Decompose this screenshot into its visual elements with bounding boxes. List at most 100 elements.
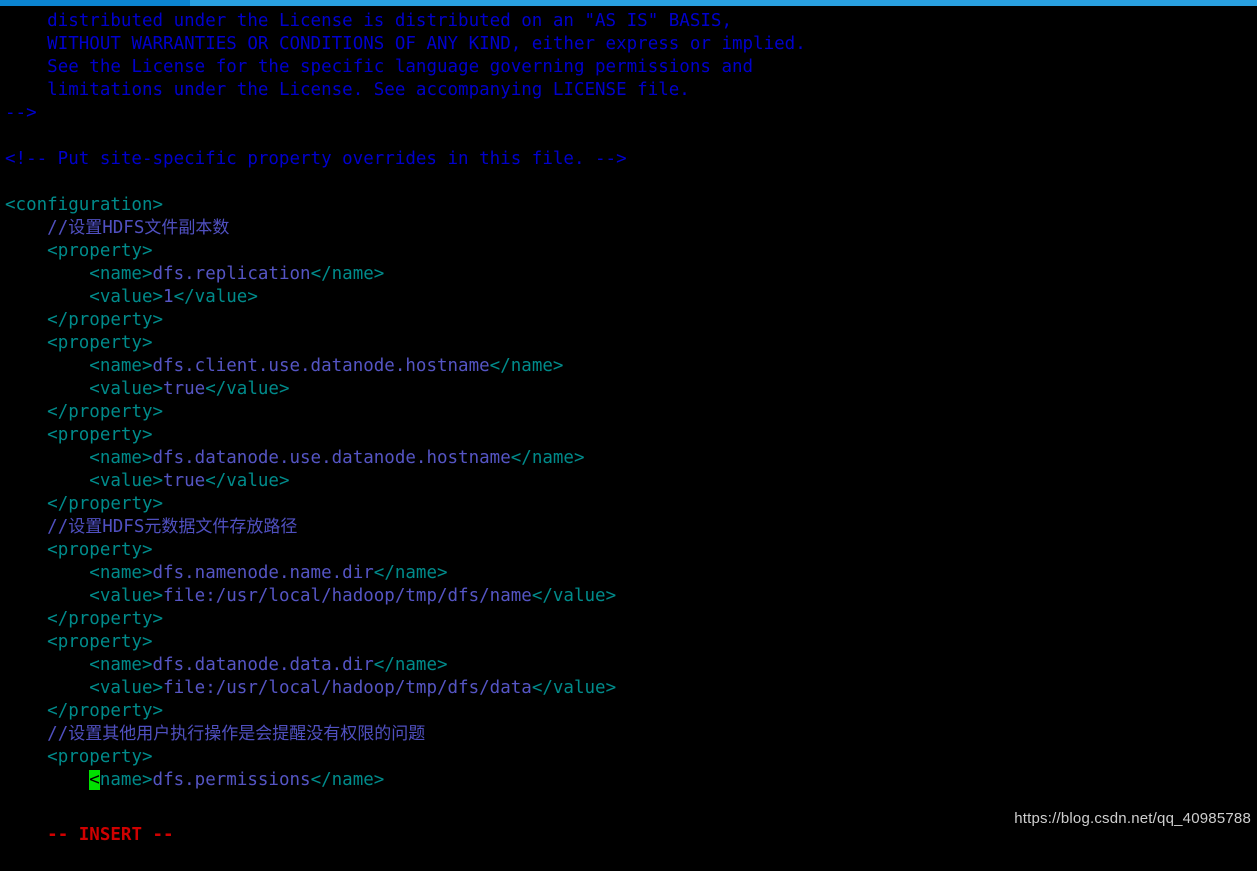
code-line[interactable]: <value>file:/usr/local/hadoop/tmp/dfs/na… (0, 585, 1257, 608)
code-line[interactable]: <property> (0, 631, 1257, 654)
vim-mode-label: -- INSERT -- (47, 825, 174, 845)
inline-note: // (47, 218, 69, 238)
xml-close-tag: </name> (373, 655, 448, 675)
xml-tag: </property> (47, 494, 164, 514)
xml-open-tag: <name> (5, 563, 153, 583)
xml-element-value: 1 (163, 287, 174, 307)
terminal-window[interactable]: distributed under the License is distrib… (0, 6, 1257, 845)
xml-close-tag: </value> (531, 678, 617, 698)
code-line[interactable]: distributed under the License is distrib… (0, 10, 1257, 33)
inline-note: // (47, 517, 69, 537)
xml-comment-mark: <!-- Put site-specific property override… (5, 149, 627, 169)
text-cursor[interactable]: < (89, 770, 100, 790)
code-line[interactable]: --> (0, 102, 1257, 125)
xml-close-tag: </name> (489, 356, 564, 376)
xml-element-value: file:/usr/local/hadoop/tmp/dfs/name (163, 586, 532, 606)
code-line[interactable]: See the License for the specific languag… (0, 56, 1257, 79)
code-line[interactable]: //设置其他用户执行操作是会提醒没有权限的问题 (0, 723, 1257, 746)
code-line[interactable]: <name>dfs.client.use.datanode.hostname</… (0, 355, 1257, 378)
watermark-text: https://blog.csdn.net/qq_40985788 (1014, 810, 1251, 827)
vim-text-buffer[interactable]: distributed under the License is distrib… (0, 6, 1257, 792)
xml-open-tag: <name> (5, 264, 153, 284)
xml-open-tag: <name> (5, 448, 153, 468)
xml-close-tag: </value> (173, 287, 258, 307)
xml-close-tag: </value> (205, 471, 290, 491)
code-line[interactable]: <property> (0, 424, 1257, 447)
inline-note: // (47, 724, 69, 744)
xml-element-value: dfs.client.use.datanode.hostname (152, 356, 490, 376)
xml-element-value: dfs.permissions (152, 770, 311, 790)
xml-tag: </property> (47, 701, 164, 721)
inline-note: 设置 (68, 517, 103, 537)
xml-tag: <property> (47, 241, 153, 261)
xml-close-tag: </name> (310, 770, 385, 790)
comment-text: WITHOUT WARRANTIES OR CONDITIONS OF ANY … (47, 34, 806, 54)
code-line[interactable]: </property> (0, 309, 1257, 332)
code-line[interactable]: //设置HDFS文件副本数 (0, 217, 1257, 240)
code-line[interactable]: <name>dfs.replication</name> (0, 263, 1257, 286)
xml-element-value: dfs.datanode.use.datanode.hostname (152, 448, 511, 468)
code-line[interactable]: <name>dfs.datanode.use.datanode.hostname… (0, 447, 1257, 470)
xml-element-value: file:/usr/local/hadoop/tmp/dfs/data (163, 678, 532, 698)
code-line[interactable]: </property> (0, 608, 1257, 631)
code-line[interactable]: <name>dfs.permissions</name> (0, 769, 1257, 792)
code-line[interactable] (0, 125, 1257, 148)
code-line[interactable]: </property> (0, 401, 1257, 424)
xml-close-tag: </value> (531, 586, 617, 606)
xml-tag: </property> (47, 402, 164, 422)
code-line[interactable]: <value>1</value> (0, 286, 1257, 309)
code-line[interactable]: <property> (0, 539, 1257, 562)
xml-element-value: true (163, 471, 206, 491)
xml-tag: <property> (47, 540, 153, 560)
xml-open-tag: <value> (5, 471, 164, 491)
xml-tag: <property> (47, 632, 153, 652)
xml-close-tag: </name> (373, 563, 448, 583)
code-line[interactable]: <configuration> (0, 194, 1257, 217)
comment-text: distributed under the License is distrib… (47, 11, 732, 31)
xml-tag: <configuration> (5, 195, 164, 215)
inline-note: 设置其他用户执行操作是会提醒没有权限的问题 (68, 724, 426, 744)
code-line[interactable]: </property> (0, 700, 1257, 723)
xml-open-tag: <value> (5, 287, 164, 307)
xml-open-tag: <value> (5, 586, 164, 606)
xml-open-tag: name> (99, 770, 153, 790)
xml-tag: <property> (47, 425, 153, 445)
inline-note: 元数据文件存放路径 (144, 517, 298, 537)
xml-close-tag: </value> (205, 379, 290, 399)
code-line[interactable]: </property> (0, 493, 1257, 516)
code-line[interactable] (0, 171, 1257, 194)
xml-tag: <property> (47, 333, 153, 353)
code-line[interactable]: <value>file:/usr/local/hadoop/tmp/dfs/da… (0, 677, 1257, 700)
code-line[interactable]: <property> (0, 746, 1257, 769)
code-line[interactable]: <property> (0, 240, 1257, 263)
xml-tag: </property> (47, 609, 164, 629)
xml-element-value: dfs.replication (152, 264, 311, 284)
code-line[interactable]: <value>true</value> (0, 378, 1257, 401)
code-line[interactable]: limitations under the License. See accom… (0, 79, 1257, 102)
comment-text: limitations under the License. See accom… (47, 80, 690, 100)
code-line[interactable]: //设置HDFS元数据文件存放路径 (0, 516, 1257, 539)
xml-open-tag: <name> (5, 655, 153, 675)
code-line[interactable]: <value>true</value> (0, 470, 1257, 493)
code-line[interactable]: <name>dfs.datanode.data.dir</name> (0, 654, 1257, 677)
inline-note: HDFS (102, 218, 145, 238)
code-line[interactable]: <property> (0, 332, 1257, 355)
code-line[interactable]: <name>dfs.namenode.name.dir</name> (0, 562, 1257, 585)
comment-text: See the License for the specific languag… (47, 57, 754, 77)
code-line[interactable]: WITHOUT WARRANTIES OR CONDITIONS OF ANY … (0, 33, 1257, 56)
code-line[interactable]: <!-- Put site-specific property override… (0, 148, 1257, 171)
xml-open-tag: <value> (5, 379, 164, 399)
inline-note: 文件副本数 (144, 218, 230, 238)
xml-element-value: dfs.namenode.name.dir (152, 563, 374, 583)
